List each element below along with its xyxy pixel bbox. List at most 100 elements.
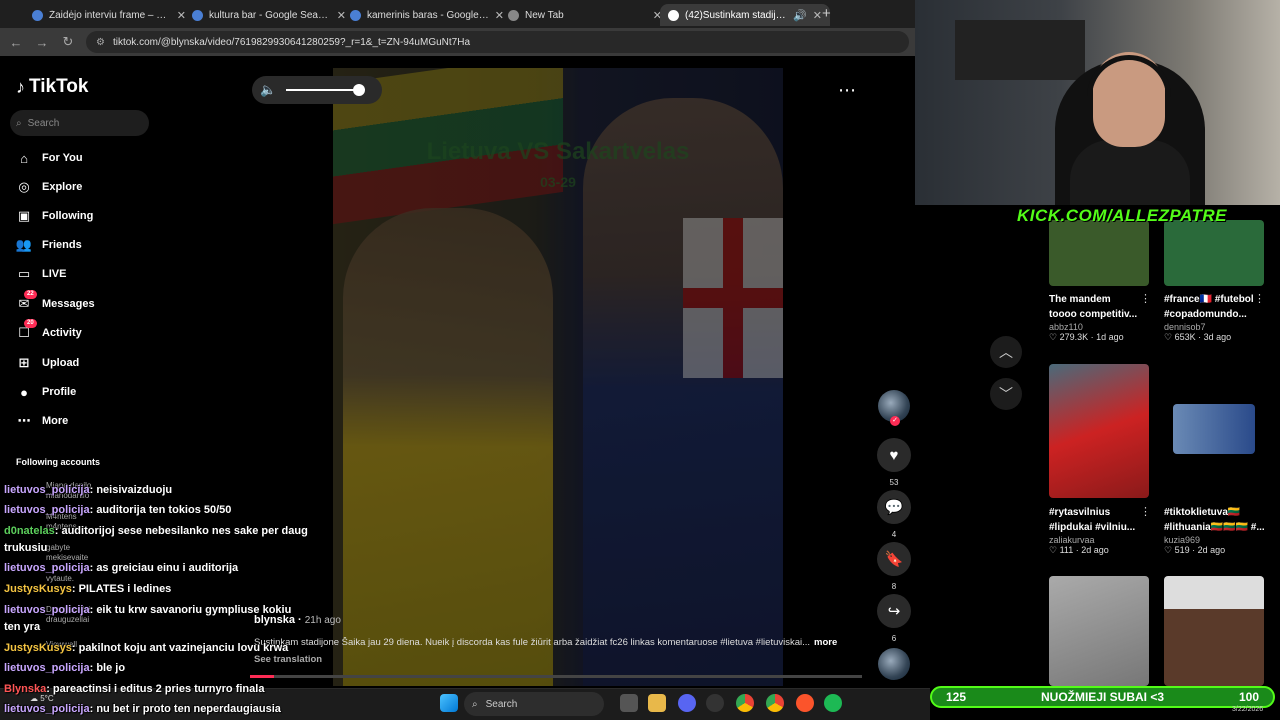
heart-icon: ♥: [877, 438, 911, 472]
nav-profile[interactable]: ● Profile: [16, 384, 76, 400]
video-thumbnail[interactable]: [1049, 364, 1149, 498]
video-caption: Sustinkam stadijone Šaika jau 29 diena. …: [254, 637, 864, 648]
card-likes: 111: [1059, 545, 1074, 555]
nav-for-you[interactable]: ⌂ For You: [16, 150, 82, 166]
card-likes: 653K: [1174, 332, 1196, 342]
chat-text: : eik tu krw savanoriu gympliuse kokiu: [89, 604, 292, 616]
new-tab-button[interactable]: +: [822, 5, 831, 22]
like-count: 53: [889, 478, 899, 487]
nav-live[interactable]: ▭ LIVE: [16, 266, 67, 282]
search-input[interactable]: ⌕ Search: [10, 110, 149, 136]
heart-icon: ♡: [1164, 332, 1173, 342]
chat-username: JustysKusys: [4, 642, 72, 654]
caption-text: Sustinkam stadijone Šaika jau 29 diena. …: [254, 637, 811, 648]
caption-more-link[interactable]: more: [814, 637, 837, 648]
chrome-icon[interactable]: [736, 694, 754, 712]
chat-message: lietuvos_policija: eik tu krw savanoriu …: [4, 603, 291, 617]
nav-activity[interactable]: ☐ 20 Activity: [16, 319, 82, 341]
more-options-icon[interactable]: ⋯: [838, 80, 856, 101]
nav-more[interactable]: ⋯ More: [16, 413, 69, 429]
share-button[interactable]: ↪ 6: [876, 594, 912, 643]
card-user[interactable]: kuzia969: [1164, 535, 1269, 545]
video-dim-overlay: [333, 68, 783, 686]
taskview-icon[interactable]: [620, 694, 638, 712]
video-thumbnail[interactable]: [1173, 404, 1255, 454]
reload-icon[interactable]: ↻: [60, 34, 76, 50]
card-menu-icon[interactable]: ⋮: [1254, 292, 1265, 305]
volume-icon[interactable]: 🔈: [260, 82, 276, 98]
nav-label: Friends: [42, 239, 82, 251]
discord-icon[interactable]: [678, 694, 696, 712]
video-progress-bar[interactable]: [250, 675, 862, 678]
back-icon[interactable]: ←: [8, 35, 24, 50]
search-placeholder: Search: [27, 117, 60, 129]
comment-button[interactable]: 💬 4: [876, 490, 912, 539]
google-favicon-icon: [192, 9, 203, 21]
address-bar[interactable]: ⚙ tiktok.com/@blynska/video/761982993064…: [86, 31, 909, 53]
windows-icon[interactable]: [440, 694, 458, 712]
video-thumbnail[interactable]: [1049, 220, 1149, 286]
explorer-icon[interactable]: [648, 694, 666, 712]
tab-title: New Tab: [525, 9, 564, 21]
video-card[interactable]: The mandem toooo competitiv... abbz110 ♡…: [1049, 292, 1154, 343]
app-icon[interactable]: [706, 694, 724, 712]
card-user[interactable]: abbz110: [1049, 322, 1154, 332]
profile-icon: ●: [20, 384, 28, 400]
card-user[interactable]: dennisob7: [1164, 322, 1269, 332]
sound-disc-icon[interactable]: [878, 648, 910, 680]
close-tab-icon[interactable]: ✕: [813, 9, 822, 22]
card-menu-icon[interactable]: ⋮: [1140, 505, 1151, 518]
compass-icon: ◎: [18, 179, 30, 194]
browser-tab[interactable]: kamerinis baras - Google Search ✕: [342, 4, 512, 26]
save-button[interactable]: 🔖 8: [876, 542, 912, 591]
nav-following[interactable]: ▣ Following: [16, 208, 93, 224]
card-user[interactable]: zaliakurvaa: [1049, 535, 1154, 545]
nav-label: LIVE: [42, 268, 67, 280]
like-button[interactable]: ♥ 53: [876, 438, 912, 487]
account-name: gabyte: [46, 543, 71, 552]
chat-username: lietuvos_policija: [4, 562, 90, 574]
chat-text: : neisivaizduoju: [89, 484, 173, 496]
nav-messages[interactable]: ✉ 22 Messages: [16, 290, 95, 312]
nav-upload[interactable]: ⊞ Upload: [16, 355, 80, 371]
follow-plus-icon[interactable]: ✓: [890, 416, 900, 426]
video-thumbnail[interactable]: [1049, 576, 1149, 686]
site-info-icon[interactable]: ⚙: [96, 37, 105, 48]
video-card[interactable]: #tiktoklietuva🇱🇹 #lithuania🇱🇹🇱🇹🇱🇹 #... k…: [1164, 505, 1269, 556]
card-menu-icon[interactable]: ⋮: [1140, 292, 1151, 305]
next-video-button[interactable]: ﹀: [990, 378, 1022, 410]
volume-slider-knob[interactable]: [353, 84, 366, 96]
nav-label: Messages: [42, 298, 95, 310]
brave-icon[interactable]: [796, 694, 814, 712]
video-progress-fill: [250, 675, 275, 678]
taskbar-search[interactable]: ⌕ Search: [464, 692, 604, 716]
spotify-icon[interactable]: [824, 694, 842, 712]
video-card[interactable]: #rytasvilnius #lipdukai #vilniu... zalia…: [1049, 505, 1154, 556]
chat-message: lietuvos_policija: as greiciau einu i au…: [4, 561, 238, 575]
volume-slider[interactable]: [286, 84, 366, 96]
nav-explore[interactable]: ◎ Explore: [16, 179, 82, 195]
see-translation-link[interactable]: See translation: [254, 654, 322, 665]
nav-label: Following: [42, 210, 94, 222]
video-thumbnail[interactable]: [1164, 220, 1264, 286]
tiktok-logo[interactable]: ♪ TikTok: [16, 76, 88, 98]
video-thumbnail[interactable]: [1164, 576, 1264, 686]
volume-control[interactable]: 🔈: [252, 76, 382, 104]
following-account[interactable]: gabyte mekisevaite: [46, 543, 88, 563]
card-meta: ♡ 279.3K · 1d ago: [1049, 332, 1124, 342]
activity-icon: ☐ 20: [16, 319, 37, 341]
browser-tab-active[interactable]: (42)Sustinkam stadijone šaik 🔊 ✕: [660, 4, 830, 26]
chrome-icon[interactable]: [766, 694, 784, 712]
browser-tab[interactable]: kultura bar - Google Search ✕: [184, 4, 354, 26]
browser-tab[interactable]: New Tab ✕: [500, 4, 670, 26]
nav-friends[interactable]: 👥 Friends: [16, 237, 82, 253]
video-player[interactable]: Lietuva VS Sakartvelas 03-29: [333, 68, 783, 686]
forward-icon[interactable]: →: [34, 35, 50, 50]
previous-video-button[interactable]: ︿: [990, 336, 1022, 368]
browser-tab[interactable]: Žaidėjo interviu frame – 1920 × ✕: [24, 4, 194, 26]
comment-icon: 💬: [877, 490, 911, 524]
card-likes: 519: [1174, 545, 1190, 555]
card-meta: ♡ 653K · 3d ago: [1164, 332, 1232, 342]
card-likes: 279.3K: [1059, 332, 1089, 342]
chevron-up-icon: ︿: [999, 344, 1013, 360]
